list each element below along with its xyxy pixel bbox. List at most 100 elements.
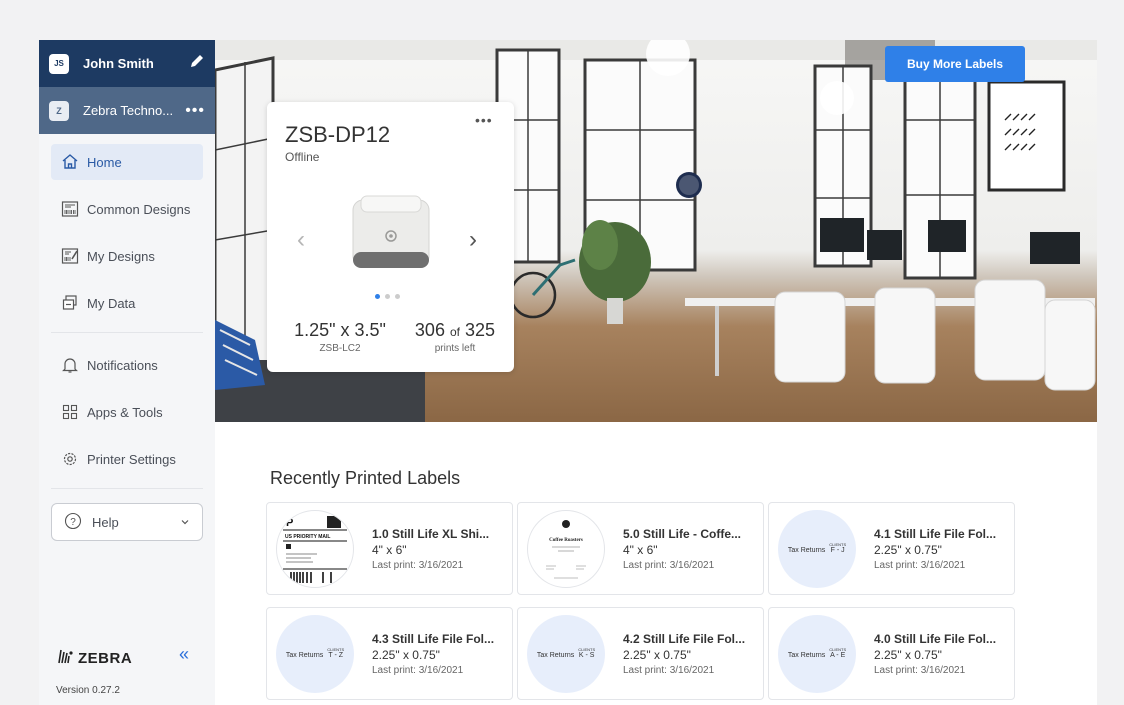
user-avatar: JS bbox=[49, 53, 69, 74]
nav-item-home[interactable]: Home bbox=[51, 144, 203, 180]
svg-text:?: ? bbox=[70, 517, 76, 528]
label-size: 2.25" x 0.75" bbox=[623, 647, 691, 662]
sidebar: JS John Smith Z Zebra Techno... ••• Home bbox=[39, 40, 215, 705]
shipping-service: US PRIORITY MAIL bbox=[285, 534, 330, 540]
zebra-logo: ZEBRA bbox=[56, 647, 132, 669]
carousel-dot[interactable] bbox=[395, 294, 400, 299]
chevron-down-icon bbox=[180, 515, 190, 530]
help-dropdown[interactable]: ? Help bbox=[51, 503, 203, 541]
nav-label-my-designs: My Designs bbox=[87, 248, 155, 264]
label-size: 2.25" x 0.75" bbox=[874, 647, 942, 662]
nav-label-common-designs: Common Designs bbox=[87, 201, 191, 217]
label-thumbnail: Tax Returns CLIENTS T - Z bbox=[276, 614, 354, 693]
nav-label-home: Home bbox=[87, 154, 122, 170]
grid-icon bbox=[61, 403, 79, 421]
label-thumbnail: Tax Returns CLIENTS F - J bbox=[778, 509, 856, 588]
tax-range: A - E bbox=[830, 652, 846, 659]
label-last-print: Last print: 3/16/2021 bbox=[874, 559, 966, 571]
nav-label-apps-tools: Apps & Tools bbox=[87, 404, 163, 420]
label-thumbnail: Tax Returns CLIENTS K - S bbox=[527, 614, 605, 693]
label-name: 1.0 Still Life XL Shi... bbox=[372, 526, 490, 541]
prints-caption: prints left bbox=[434, 343, 476, 354]
help-label: Help bbox=[92, 514, 119, 530]
carousel-dot[interactable] bbox=[385, 294, 390, 299]
printer-name: ZSB-DP12 bbox=[285, 122, 391, 147]
label-last-print: Last print: 3/16/2021 bbox=[372, 559, 464, 571]
user-name: John Smith bbox=[83, 56, 154, 71]
barcode-label-icon bbox=[61, 200, 79, 218]
nav-divider bbox=[51, 332, 203, 333]
label-last-print: Last print: 3/16/2021 bbox=[874, 664, 966, 676]
home-icon bbox=[61, 153, 79, 171]
tax-label: Tax Returns bbox=[787, 652, 826, 659]
recent-labels-title: Recently Printed Labels bbox=[270, 468, 461, 488]
prints-total: 325 bbox=[465, 320, 496, 340]
label-size: 4" x 6" bbox=[623, 542, 658, 557]
org-avatar: Z bbox=[49, 100, 69, 121]
shipping-letter: P bbox=[286, 517, 293, 529]
edit-label-icon bbox=[61, 247, 79, 265]
main-nav: Home Common Designs My Designs My Data N… bbox=[39, 134, 215, 541]
pencil-icon[interactable] bbox=[189, 53, 205, 74]
app-window: JS John Smith Z Zebra Techno... ••• Home bbox=[39, 40, 1097, 705]
chevron-right-icon[interactable]: › bbox=[469, 226, 477, 254]
label-size: 2.25" x 0.75" bbox=[372, 647, 440, 662]
user-row[interactable]: JS John Smith bbox=[39, 40, 215, 87]
label-name: 4.0 Still Life File Fol... bbox=[874, 631, 997, 646]
printer-status: Offline bbox=[285, 150, 320, 164]
recent-label-card[interactable]: Tax Returns CLIENTS K - S 4.2 Still Life … bbox=[517, 607, 764, 700]
label-name: 5.0 Still Life - Coffe... bbox=[623, 526, 742, 541]
prints-left-block: 306 of 325 prints left bbox=[403, 320, 507, 354]
printer-card[interactable]: ZSB-DP12 Offline ••• ‹ › 1.25" x 3.5" ZS… bbox=[267, 102, 514, 372]
data-icon bbox=[61, 294, 79, 312]
label-size: 4" x 6" bbox=[372, 542, 407, 557]
org-row[interactable]: Z Zebra Techno... ••• bbox=[39, 87, 215, 134]
recent-label-card[interactable]: P US PRIORITY MAIL 1.0 Still Life XL Shi… bbox=[266, 502, 513, 595]
help-icon: ? bbox=[64, 512, 82, 533]
nav-item-printer-settings[interactable]: Printer Settings bbox=[51, 441, 203, 477]
nav-label-printer-settings: Printer Settings bbox=[87, 451, 176, 467]
tax-range: T - Z bbox=[328, 652, 343, 659]
label-size-block: 1.25" x 3.5" ZSB-LC2 bbox=[285, 320, 395, 354]
more-options-icon[interactable]: ••• bbox=[475, 112, 493, 128]
nav-divider-2 bbox=[51, 488, 203, 489]
label-name: 4.3 Still Life File Fol... bbox=[372, 631, 495, 646]
printer-image bbox=[352, 195, 430, 268]
recent-label-card[interactable]: Tax Returns CLIENTS T - Z 4.3 Still Life … bbox=[266, 607, 513, 700]
nav-item-notifications[interactable]: Notifications bbox=[51, 347, 203, 383]
recent-labels-grid: P US PRIORITY MAIL 1.0 Still Life XL Shi… bbox=[266, 502, 1016, 700]
version-text: Version 0.27.2 bbox=[56, 685, 120, 696]
label-thumbnail: Coffee Roasters bbox=[527, 509, 605, 588]
recent-label-card[interactable]: Coffee Roasters 5.0 Still Life - Coffe..… bbox=[517, 502, 764, 595]
org-name: Zebra Techno... bbox=[83, 103, 174, 118]
cartridge-name: ZSB-LC2 bbox=[319, 343, 361, 354]
more-icon[interactable]: ••• bbox=[185, 102, 205, 120]
brand-name: ZEBRA bbox=[78, 649, 133, 667]
recent-label-card[interactable]: Tax Returns CLIENTS A - E 4.0 Still Life … bbox=[768, 607, 1015, 700]
nav-item-apps-tools[interactable]: Apps & Tools bbox=[51, 394, 203, 430]
carousel-dots bbox=[375, 294, 400, 299]
prints-of: of bbox=[449, 325, 460, 339]
tax-range: F - J bbox=[830, 547, 845, 554]
nav-label-notifications: Notifications bbox=[87, 357, 158, 373]
nav-item-my-designs[interactable]: My Designs bbox=[51, 238, 203, 274]
nav-item-common-designs[interactable]: Common Designs bbox=[51, 191, 203, 227]
zebra-head-icon bbox=[56, 647, 74, 669]
label-size: 1.25" x 3.5" bbox=[294, 320, 386, 340]
tax-range: K - S bbox=[578, 652, 595, 659]
label-thumbnail: Tax Returns CLIENTS A - E bbox=[778, 614, 856, 693]
buy-more-labels-button[interactable]: Buy More Labels bbox=[885, 46, 1025, 82]
chevron-left-icon[interactable]: ‹ bbox=[297, 226, 305, 254]
collapse-sidebar-icon[interactable]: « bbox=[179, 644, 189, 665]
tax-label: Tax Returns bbox=[787, 547, 826, 554]
carousel-dot[interactable] bbox=[375, 294, 380, 299]
tax-label: Tax Returns bbox=[285, 652, 324, 659]
label-size: 2.25" x 0.75" bbox=[874, 542, 942, 557]
recent-label-card[interactable]: Tax Returns CLIENTS F - J 4.1 Still Life … bbox=[768, 502, 1015, 595]
nav-item-my-data[interactable]: My Data bbox=[51, 285, 203, 321]
tax-label: Tax Returns bbox=[536, 652, 575, 659]
bell-icon bbox=[61, 356, 79, 374]
gear-icon bbox=[61, 450, 79, 468]
label-last-print: Last print: 3/16/2021 bbox=[623, 559, 715, 571]
label-name: 4.2 Still Life File Fol... bbox=[623, 631, 746, 646]
